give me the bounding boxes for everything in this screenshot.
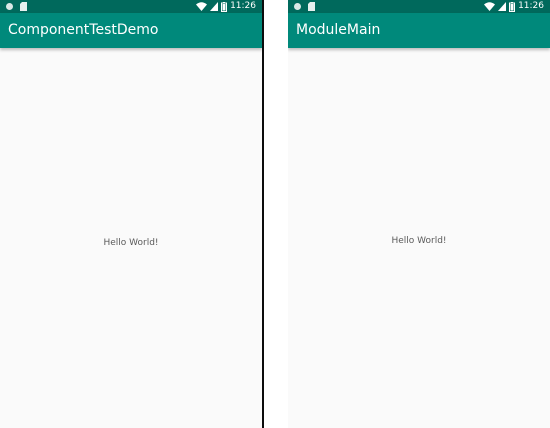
sd-card-icon	[308, 2, 315, 11]
status-bar: 11:26	[0, 0, 262, 13]
signal-icon	[210, 2, 219, 11]
battery-icon	[221, 1, 228, 12]
wifi-icon	[484, 2, 496, 11]
phone-screen-component-test-demo: 11:26 ComponentTestDemo Hello World!	[0, 0, 262, 428]
wifi-icon	[196, 2, 208, 11]
signal-icon	[498, 2, 507, 11]
status-right-icons: 11:26	[484, 0, 544, 13]
app-bar: ComponentTestDemo	[0, 13, 262, 48]
screenshot-canvas: 11:26 ComponentTestDemo Hello World! 11:…	[0, 0, 550, 428]
hello-world-text: Hello World!	[103, 238, 159, 248]
app-title: ModuleMain	[296, 22, 381, 38]
status-right-icons: 11:26	[196, 0, 256, 13]
circle-icon	[5, 2, 14, 11]
circle-icon	[293, 2, 302, 11]
status-time: 11:26	[230, 1, 256, 11]
status-bar: 11:26	[288, 0, 550, 13]
app-title: ComponentTestDemo	[8, 22, 159, 38]
battery-icon	[509, 1, 516, 12]
hello-world-text: Hello World!	[391, 236, 447, 246]
status-left-icons	[293, 2, 315, 11]
sd-card-icon	[20, 2, 27, 11]
phone-screen-module-main: 11:26 ModuleMain Hello World!	[288, 0, 550, 428]
screen-divider	[262, 0, 264, 428]
status-time: 11:26	[518, 1, 544, 11]
status-left-icons	[5, 2, 27, 11]
app-bar: ModuleMain	[288, 13, 550, 48]
